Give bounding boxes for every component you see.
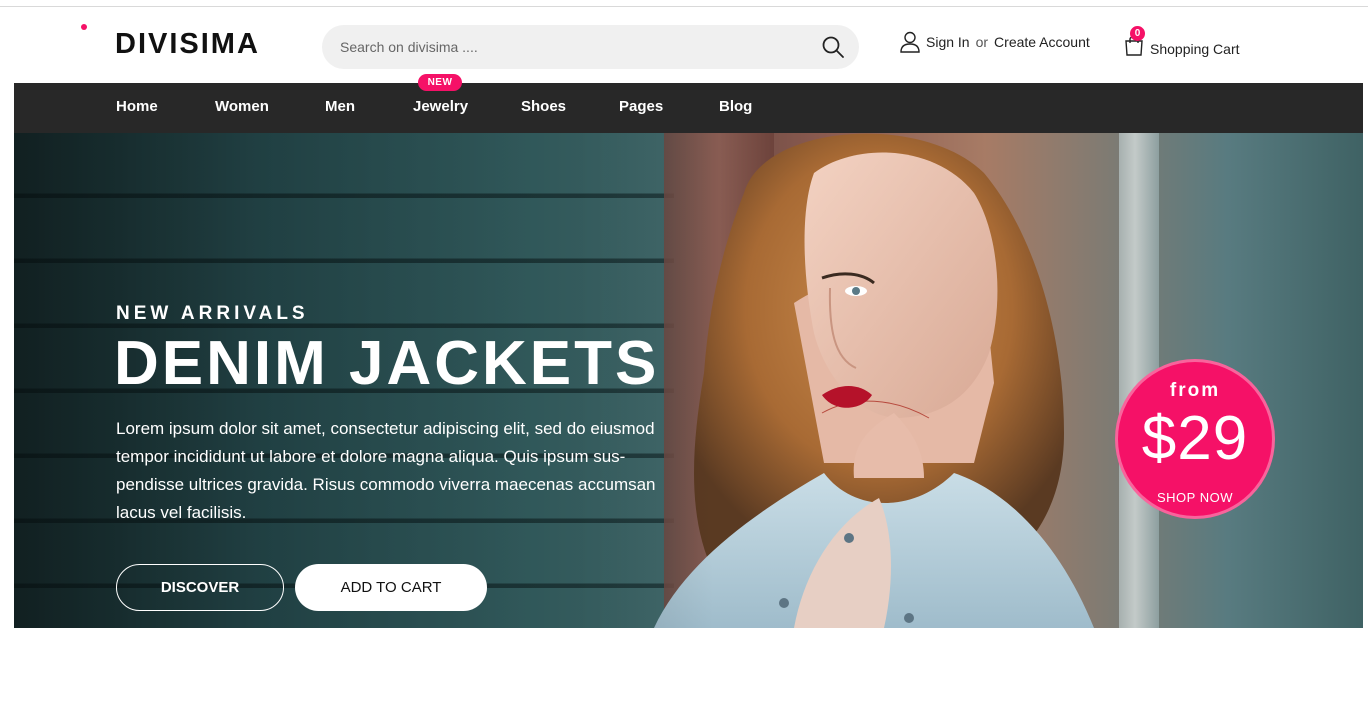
hero-description: Lorem ipsum dolor sit amet, consectetur …: [116, 419, 656, 522]
shop-now-link[interactable]: SHOP NOW: [1118, 490, 1272, 505]
or-text: or: [975, 34, 989, 50]
price-from-label: from: [1169, 380, 1221, 401]
add-to-cart-button[interactable]: ADD TO CART: [295, 564, 487, 611]
cart-label[interactable]: Shopping Cart: [1150, 41, 1240, 57]
logo-accent-dot: [81, 24, 87, 30]
user-icon: [900, 31, 920, 53]
nav-item-women[interactable]: Women: [215, 83, 269, 133]
new-badge: NEW: [418, 74, 462, 91]
shopping-cart-link[interactable]: 0 Shopping Cart: [1124, 25, 1240, 57]
cart-count-badge: 0: [1130, 26, 1145, 41]
sign-in-link[interactable]: Sign In: [926, 34, 970, 50]
cart-icon-wrapper: 0: [1124, 26, 1145, 57]
site-header: DIVISIMA Sign In or Create Account 0 Sho…: [14, 7, 1363, 83]
nav-item-shoes[interactable]: Shoes: [521, 83, 566, 133]
hero-subtitle: NEW ARRIVALS: [116, 303, 309, 324]
create-account-link[interactable]: Create Account: [994, 34, 1090, 50]
price-value: $29: [1141, 404, 1249, 473]
search-bar: [322, 25, 859, 69]
hero-banner: NEW ARRIVALS DENIM JACKETS Lorem ipsum d…: [14, 133, 1363, 628]
search-input[interactable]: [340, 25, 800, 69]
discover-button[interactable]: DISCOVER: [116, 564, 284, 611]
nav-item-blog[interactable]: Blog: [719, 83, 752, 133]
site-logo[interactable]: DIVISIMA: [115, 27, 260, 61]
nav-item-pages[interactable]: Pages: [619, 83, 663, 133]
price-offer-badge[interactable]: from $29 SHOP NOW: [1115, 359, 1275, 519]
main-navigation: Home Women Men Jewelry NEW Shoes Pages B…: [14, 74, 1363, 133]
account-links: Sign In or Create Account: [900, 30, 1090, 54]
search-icon[interactable]: [821, 35, 845, 59]
nav-item-men[interactable]: Men: [325, 83, 355, 133]
hero-title: DENIM JACKETS: [114, 329, 660, 398]
nav-item-home[interactable]: Home: [116, 83, 158, 133]
